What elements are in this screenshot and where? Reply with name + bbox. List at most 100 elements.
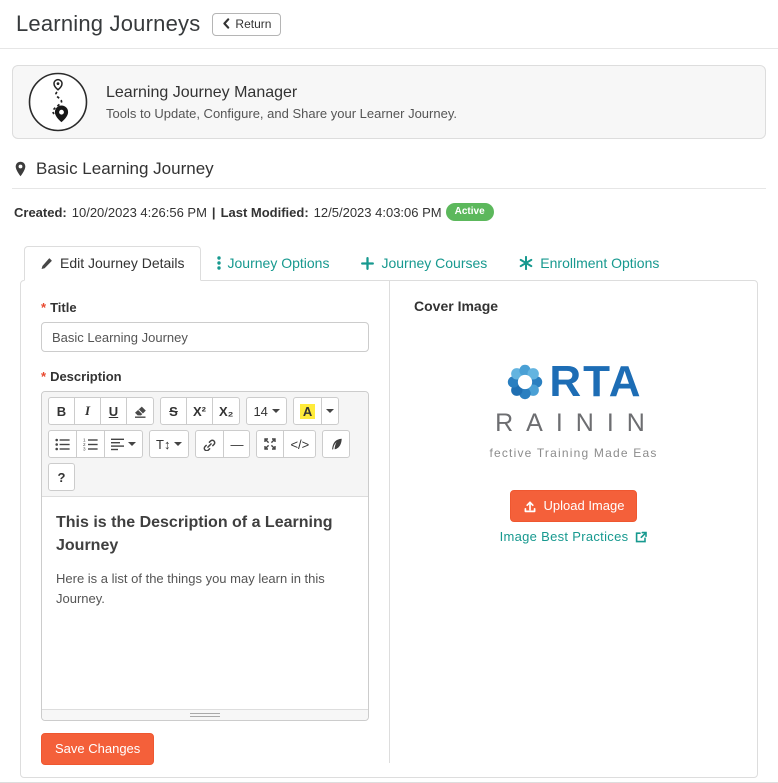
created-value: 10/20/2023 4:26:56 PM <box>71 204 207 220</box>
align-icon <box>111 438 124 450</box>
tab-edit-journey-details[interactable]: Edit Journey Details <box>24 246 201 281</box>
tab-label: Journey Options <box>227 255 330 271</box>
modified-value: 12/5/2023 4:03:06 PM <box>313 204 442 220</box>
font-color-group: A <box>292 397 340 425</box>
asterisk-icon <box>519 256 533 270</box>
pencil-icon <box>41 257 52 269</box>
best-practices-label: Image Best Practices <box>499 529 629 544</box>
unordered-list-button[interactable] <box>48 430 77 458</box>
description-heading: This is the Description of a Learning Jo… <box>56 514 333 555</box>
caret-down-icon <box>271 409 280 413</box>
strikethrough-button[interactable]: S <box>160 397 187 425</box>
image-best-practices-link[interactable]: Image Best Practices <box>414 529 733 544</box>
font-color-caret-button[interactable] <box>321 397 340 425</box>
tab-journey-courses[interactable]: Journey Courses <box>345 246 503 281</box>
subscript-button[interactable]: X₂ <box>212 397 241 425</box>
upload-image-button[interactable]: Upload Image <box>509 490 638 522</box>
logo-gear-icon <box>508 364 543 400</box>
fullscreen-button[interactable] <box>256 430 285 458</box>
chevron-left-icon <box>223 18 230 29</box>
font-size-dropdown[interactable]: 14 <box>246 397 287 425</box>
cover-image-label: Cover Image <box>414 298 499 314</box>
color-swatch: A <box>299 403 316 419</box>
created-label: Created: <box>14 204 67 220</box>
resize-grip-icon <box>190 713 220 717</box>
ordered-list-button[interactable]: 123 <box>76 430 105 458</box>
required-asterisk: * <box>41 369 47 384</box>
superscript-button[interactable]: X² <box>186 397 213 425</box>
journey-meta: Created: 10/20/2023 4:26:56 PM | Last Mo… <box>14 203 764 221</box>
bold-button[interactable]: B <box>48 397 75 425</box>
ordered-list-icon: 123 <box>83 438 98 451</box>
script-group: S X² X₂ <box>160 397 241 425</box>
page-header: Learning Journeys Return <box>0 0 778 41</box>
meta-separator: | <box>211 204 216 220</box>
editor-toolbar: B I U S X² X₂ 14 A 1 2 3 T↕ — </> ? <box>42 392 368 497</box>
font-size-value: 14 <box>253 403 268 419</box>
eraser-icon <box>135 406 146 418</box>
help-button[interactable]: ? <box>48 463 75 491</box>
page-title: Learning Journeys <box>16 11 201 36</box>
caret-down-icon <box>174 442 183 446</box>
return-label: Return <box>235 16 272 31</box>
upload-label: Upload Image <box>543 498 625 513</box>
cover-image-column: Cover Image RTA RAININ fective Training … <box>389 281 757 763</box>
journey-tabs: Edit Journey Details Journey Options Jou… <box>24 246 778 281</box>
banner-text: Learning Journey Manager Tools to Update… <box>106 84 457 121</box>
banner-subtitle: Tools to Update, Configure, and Share yo… <box>106 105 457 121</box>
tab-label: Enrollment Options <box>540 255 660 271</box>
status-badge: Active <box>445 203 494 221</box>
caret-down-icon <box>128 442 136 446</box>
toolbar-row-1: B I U S X² X₂ 14 A <box>48 397 362 425</box>
underline-button[interactable]: U <box>100 397 127 425</box>
required-asterisk: * <box>41 300 47 315</box>
insert-link-button[interactable] <box>195 430 225 458</box>
details-form-column: *Title *Description B I U <box>21 281 389 777</box>
map-marker-icon <box>15 161 26 177</box>
paragraph-group: 123 <box>48 430 143 458</box>
cover-image-preview: RTA RAININ fective Training Made Eas <box>434 360 714 460</box>
horizontal-rule-button[interactable]: — <box>223 430 251 458</box>
code-view-button[interactable]: </> <box>283 430 317 458</box>
line-height-label: T↕ <box>156 436 171 452</box>
editor-content[interactable]: This is the Description of a Learning Jo… <box>42 497 368 709</box>
journey-manager-banner: Learning Journey Manager Tools to Update… <box>12 65 766 139</box>
clear-formatting-button[interactable] <box>126 397 154 425</box>
font-size-group: 14 <box>246 397 287 425</box>
link-icon <box>204 439 216 451</box>
font-style-group: B I U <box>48 397 154 425</box>
details-panel: *Title *Description B I U <box>20 280 758 778</box>
title-field-label: * Title <box>41 300 369 315</box>
editor-statusbar[interactable] <box>42 709 368 720</box>
line-height-dropdown[interactable]: T↕ <box>149 430 190 458</box>
journey-title: Basic Learning Journey <box>36 159 214 178</box>
logo-word-top: RTA <box>549 360 643 406</box>
tab-label: Edit Journey Details <box>60 255 185 271</box>
save-changes-button[interactable]: Save Changes <box>41 733 155 765</box>
title-label-text: Title <box>50 300 77 315</box>
tab-journey-options[interactable]: Journey Options <box>201 246 346 281</box>
feather-button[interactable] <box>322 430 351 458</box>
description-field-label: * Description <box>41 369 369 384</box>
tab-enrollment-options[interactable]: Enrollment Options <box>503 246 675 281</box>
vertical-dots-icon <box>216 256 221 270</box>
italic-button[interactable]: I <box>74 397 101 425</box>
external-link-icon <box>636 531 648 543</box>
font-color-button[interactable]: A <box>292 397 323 425</box>
tab-label: Journey Courses <box>381 255 488 271</box>
title-input[interactable] <box>41 322 369 352</box>
banner-title: Learning Journey Manager <box>106 83 298 101</box>
upload-icon <box>524 501 535 512</box>
paragraph-align-dropdown[interactable] <box>104 430 143 458</box>
header-divider <box>0 48 778 49</box>
logo-tagline: fective Training Made Eas <box>489 446 658 460</box>
logo-top-row: RTA <box>434 360 714 404</box>
fullscreen-icon <box>264 438 277 450</box>
toolbar-row-3: ? <box>48 463 362 491</box>
return-button[interactable]: Return <box>212 12 282 36</box>
help-group: ? <box>48 463 75 491</box>
description-paragraph: Here is a list of the things you may lea… <box>56 571 325 606</box>
feather-icon <box>332 438 342 450</box>
description-label-text: Description <box>50 369 122 384</box>
journey-heading: Basic Learning Journey <box>14 159 764 179</box>
